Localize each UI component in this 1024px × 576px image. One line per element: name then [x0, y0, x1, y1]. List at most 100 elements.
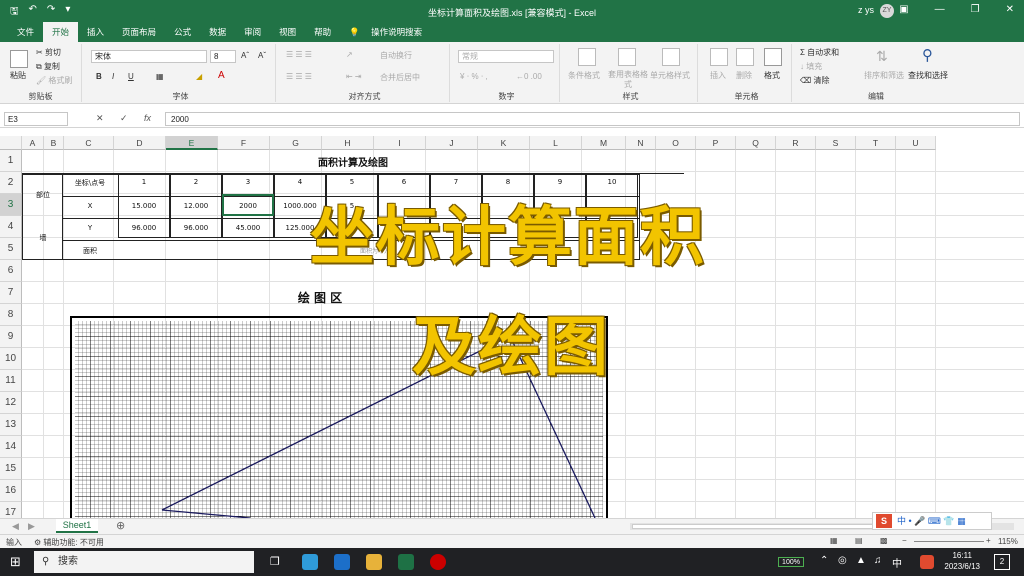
sogou-icon[interactable] [920, 555, 934, 569]
column-header-o[interactable]: O [656, 136, 696, 150]
decimal-icon[interactable]: ←0 .00 [516, 72, 542, 81]
insert-cells-button[interactable]: 插入 [710, 70, 726, 81]
page-break-icon[interactable]: ▩ [880, 536, 888, 545]
row-header-13[interactable]: 13 [0, 414, 22, 436]
tab-page-layout[interactable]: 页面布局 [113, 22, 165, 42]
formula-input[interactable]: 2000 [165, 112, 1020, 126]
tray-icons[interactable]: ⌃ [820, 555, 828, 566]
column-header-f[interactable]: F [218, 136, 270, 150]
wifi-icon[interactable]: ▲ [856, 555, 866, 566]
column-header-b[interactable]: B [44, 136, 64, 150]
column-header-r[interactable]: R [776, 136, 816, 150]
cut-button[interactable]: ✂ 剪切 [36, 47, 61, 58]
copy-button[interactable]: ⧉ 复制 [36, 61, 60, 72]
page-layout-icon[interactable]: ▤ [855, 536, 863, 545]
task-view-icon[interactable]: ❐ [270, 555, 280, 568]
row-header-2[interactable]: 2 [0, 172, 22, 194]
find-icon[interactable]: ⚲ [922, 46, 933, 64]
add-sheet-icon[interactable]: ⊕ [116, 519, 125, 532]
column-header-t[interactable]: T [856, 136, 896, 150]
enter-icon[interactable]: ✓ [120, 113, 128, 124]
fill-color-icon[interactable]: ◢ [196, 72, 202, 81]
name-box[interactable]: E3 [4, 112, 68, 126]
paste-icon[interactable] [10, 50, 28, 68]
tab-help[interactable]: 帮助 [305, 22, 340, 42]
zoom-out-icon[interactable]: − [902, 536, 907, 545]
column-header-u[interactable]: U [896, 136, 936, 150]
column-header-c[interactable]: C [64, 136, 114, 150]
tab-data[interactable]: 数据 [200, 22, 235, 42]
notification-center[interactable]: 2 [994, 554, 1010, 570]
restore-icon[interactable]: ❐ [971, 4, 980, 15]
column-header-q[interactable]: Q [736, 136, 776, 150]
excel-taskbar-icon[interactable] [398, 554, 414, 570]
tab-view[interactable]: 视图 [270, 22, 305, 42]
indent-icon[interactable]: ⇤ ⇥ [346, 72, 362, 81]
row-header-16[interactable]: 16 [0, 480, 22, 502]
font-name-select[interactable]: 宋体 [91, 50, 207, 63]
zoom-in-icon[interactable]: + [986, 536, 991, 545]
table-format-icon[interactable] [618, 48, 636, 66]
close-icon[interactable]: ✕ [1006, 4, 1014, 15]
column-header-d[interactable]: D [114, 136, 166, 150]
sort-filter-icon[interactable]: ⇅ [876, 48, 888, 65]
format-cells-button[interactable]: 格式 [764, 70, 780, 81]
column-header-e[interactable]: E [166, 136, 218, 150]
row-header-7[interactable]: 7 [0, 282, 22, 304]
format-painter-button[interactable]: 🖌 格式刷 [36, 75, 72, 86]
selected-cell-e3[interactable] [222, 194, 274, 216]
format-cells-icon[interactable] [764, 48, 782, 66]
column-header-p[interactable]: P [696, 136, 736, 150]
row-header-12[interactable]: 12 [0, 392, 22, 414]
wrap-text-button[interactable]: 自动换行 [380, 50, 412, 61]
autosum-button[interactable]: Σ 自动求和 [800, 47, 839, 58]
cancel-icon[interactable]: ✕ [96, 113, 104, 124]
tab-review[interactable]: 审阅 [235, 22, 270, 42]
grow-font-icon[interactable]: Aˆ [241, 51, 249, 60]
edge-icon[interactable] [302, 554, 318, 570]
ribbon-display-icon[interactable]: ▣ [899, 4, 908, 15]
ime-indicator[interactable]: 中 [892, 555, 902, 570]
prev-sheet-icon[interactable]: ◀ [12, 521, 19, 532]
sort-filter-button[interactable]: 排序和筛选 [864, 70, 904, 81]
accessibility-status[interactable]: ⚙ 辅助功能: 不可用 [34, 537, 104, 548]
row-header-4[interactable]: 4 [0, 216, 22, 238]
column-header-j[interactable]: J [426, 136, 478, 150]
select-all-corner[interactable] [0, 136, 22, 150]
row-header-1[interactable]: 1 [0, 150, 22, 172]
font-color-icon[interactable]: A [218, 70, 225, 81]
fill-button[interactable]: ↓ 填充 [800, 61, 822, 72]
normal-view-icon[interactable]: ▦ [830, 536, 838, 545]
lenovo-app-icon[interactable] [334, 554, 350, 570]
paste-button[interactable]: 粘贴 [10, 70, 26, 81]
worksheet-grid[interactable]: ABCDEFGHIJKLMNOPQRSTU 1 2 3 4 5 6 7 8 9 10 11 12 13 1… [0, 136, 1024, 518]
user-name[interactable]: z ys [858, 5, 874, 15]
align-left-icon[interactable]: ☰ ☰ ☰ [286, 72, 312, 81]
row-header-3[interactable]: 3 [0, 194, 22, 216]
windows-start-icon[interactable]: ⊞ [10, 554, 21, 570]
font-size-select[interactable]: 8 [210, 50, 236, 63]
volume-icon[interactable]: ♫ [874, 555, 882, 566]
find-select-button[interactable]: 查找和选择 [908, 70, 948, 81]
column-header-h[interactable]: H [322, 136, 374, 150]
taskbar-search[interactable]: ⚲ 搜索 [34, 551, 254, 573]
table-format-button[interactable]: 套用表格格式 [608, 70, 648, 90]
y-value[interactable]: 96.000 [118, 224, 170, 232]
network-icon[interactable]: ◎ [838, 555, 847, 566]
zoom-level[interactable]: 115% [998, 537, 1018, 546]
tab-home[interactable]: 开始 [43, 22, 79, 42]
column-header-n[interactable]: N [626, 136, 656, 150]
borders-icon[interactable]: ▦ [156, 72, 164, 81]
column-header-k[interactable]: K [478, 136, 530, 150]
shrink-font-icon[interactable]: Aˇ [258, 51, 266, 60]
column-header-m[interactable]: M [582, 136, 626, 150]
insert-function-icon[interactable]: fx [144, 113, 151, 123]
align-top-icon[interactable]: ☰ ☰ ☰ [286, 50, 312, 59]
italic-button[interactable]: I [112, 72, 114, 81]
zoom-slider[interactable] [914, 541, 984, 542]
clear-button[interactable]: ⌫ 清除 [800, 75, 830, 86]
column-header-a[interactable]: A [22, 136, 44, 150]
x-value[interactable]: 15.000 [118, 202, 170, 210]
horizontal-scroll-thumb[interactable] [632, 524, 892, 529]
orientation-icon[interactable]: ↗ [346, 50, 353, 59]
